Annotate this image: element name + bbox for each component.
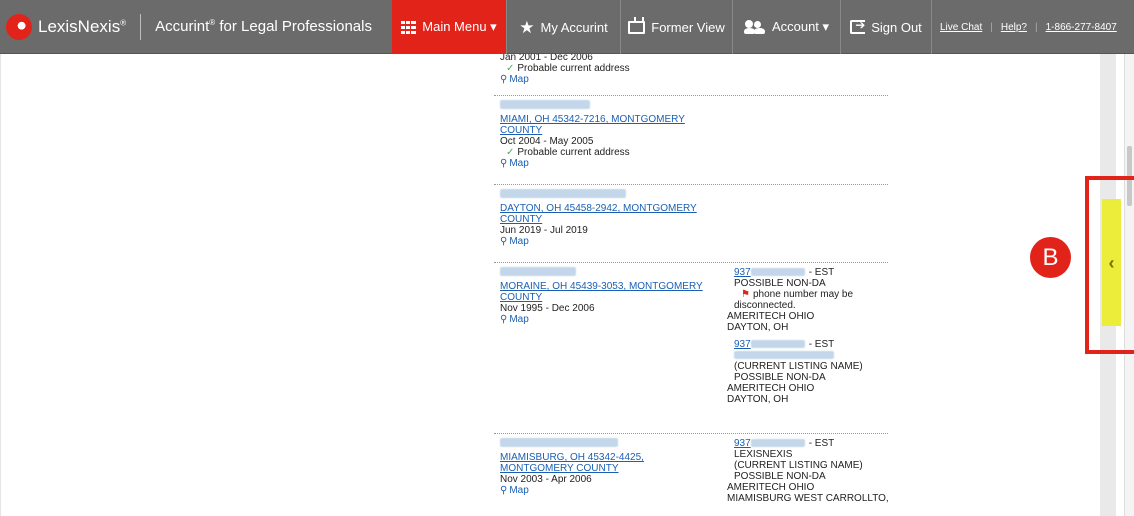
phone-number-link[interactable]: 937 xyxy=(734,267,751,278)
main-menu-button[interactable]: Main Menu ▾ xyxy=(392,0,506,54)
redacted-name xyxy=(500,438,618,447)
highlight-callout-box xyxy=(1085,176,1134,354)
map-link[interactable]: ⚲ Map xyxy=(500,485,715,496)
map-pin-icon: ⚲ xyxy=(500,314,508,325)
red-flag-icon: ⚑ xyxy=(741,289,750,300)
phone-city: DAYTON, OH xyxy=(727,394,789,405)
utility-links: Live Chat | Help? | 1-866-277-8407 xyxy=(940,0,1117,54)
phone-entry: 937- EST xyxy=(734,339,835,350)
address-history-panel: Jan 2001 - Dec 2006 ✓ Probable current ad… xyxy=(494,54,894,516)
map-pin-icon: ⚲ xyxy=(500,74,508,85)
check-icon: ✓ xyxy=(506,147,515,158)
phone-warning-cont: disconnected. xyxy=(734,300,796,311)
redacted-name xyxy=(500,100,590,109)
address-link[interactable]: MIAMI, OH 45342-7216, MONTGOMERY COUNTY xyxy=(500,114,715,136)
grid-menu-icon xyxy=(401,20,417,34)
util-divider: | xyxy=(1035,21,1038,33)
left-pane-edge xyxy=(0,54,6,516)
address-link[interactable]: MIAMISBURG, OH 45342-4425, MONTGOMERY CO… xyxy=(500,452,715,474)
phone-carrier: AMERITECH OHIO xyxy=(727,383,815,394)
tv-icon xyxy=(628,20,646,34)
probable-current-address: ✓ Probable current address xyxy=(506,63,630,74)
phone-city: DAYTON, OH xyxy=(727,322,789,333)
phone-city: MIAMISBURG WEST CARROLLTO, xyxy=(727,493,889,504)
former-view-button[interactable]: Former View xyxy=(620,0,732,54)
phone-listing-name: (CURRENT LISTING NAME) xyxy=(734,460,863,471)
sign-out-button[interactable]: Sign Out xyxy=(840,0,932,54)
support-phone-link[interactable]: 1-866-277-8407 xyxy=(1046,22,1117,33)
callout-badge: B xyxy=(1030,237,1071,278)
main-menu-label: Main Menu ▾ xyxy=(422,19,497,34)
help-link[interactable]: Help? xyxy=(1001,22,1027,33)
phone-list: 937- EST LEXISNEXIS (CURRENT LISTING NAM… xyxy=(727,438,894,504)
former-view-label: Former View xyxy=(651,19,725,35)
address-dates: Nov 2003 - Apr 2006 xyxy=(500,474,592,485)
brand-name: LexisNexis® xyxy=(38,16,127,36)
phone-carrier: AMERITECH OHIO xyxy=(727,482,815,493)
address-dates: Nov 1995 - Dec 2006 xyxy=(500,303,595,314)
check-icon: ✓ xyxy=(506,63,515,74)
phone-number-link[interactable]: 937 xyxy=(734,438,751,449)
probable-current-address: ✓ Probable current address xyxy=(506,147,630,158)
sign-out-label: Sign Out xyxy=(871,19,922,35)
address-link[interactable]: MORAINE, OH 45439-3053, MONTGOMERY COUNT… xyxy=(500,281,715,303)
map-link[interactable]: ⚲ Map xyxy=(500,74,715,85)
address-dates: Oct 2004 - May 2005 xyxy=(500,136,594,147)
redacted-name xyxy=(500,267,576,276)
sign-out-icon xyxy=(850,18,865,34)
account-label: Account ▾ xyxy=(771,19,830,34)
record-divider xyxy=(494,433,888,434)
map-pin-icon: ⚲ xyxy=(500,236,508,247)
phone-listing-name: (CURRENT LISTING NAME) xyxy=(734,361,863,372)
record-divider xyxy=(494,262,888,263)
phone-carrier: AMERITECH OHIO xyxy=(727,311,815,322)
phone-status: POSSIBLE NON-DA xyxy=(734,372,826,383)
map-link[interactable]: ⚲ Map xyxy=(500,236,715,247)
map-pin-icon: ⚲ xyxy=(500,485,508,496)
util-divider: | xyxy=(990,21,993,33)
phone-entry: 937- EST xyxy=(734,267,835,278)
address-link[interactable]: DAYTON, OH 45458-2942, MONTGOMERY COUNTY xyxy=(500,203,715,225)
phone-status: POSSIBLE NON-DA xyxy=(734,471,826,482)
record-divider xyxy=(494,184,888,185)
brand-divider xyxy=(140,13,142,40)
lexisnexis-logo-icon xyxy=(6,13,32,40)
redacted-name xyxy=(500,189,626,198)
address-dates: Jan 2001 - Dec 2006 xyxy=(500,54,593,63)
brand[interactable]: LexisNexis® Accurint® for Legal Professi… xyxy=(0,0,372,54)
redacted-phone xyxy=(750,340,805,349)
map-pin-icon: ⚲ xyxy=(500,158,508,169)
address-dates: Jun 2019 - Jul 2019 xyxy=(500,225,588,236)
redacted-phone xyxy=(750,439,805,448)
phone-status: POSSIBLE NON-DA xyxy=(734,278,826,289)
star-icon: ★ xyxy=(519,17,535,37)
phone-warning: ⚑ phone number may be xyxy=(741,289,854,300)
phone-entry: 937- EST xyxy=(734,438,835,449)
my-accurint-button[interactable]: ★ My Accurint xyxy=(506,0,620,54)
account-menu-button[interactable]: Account ▾ xyxy=(732,0,840,54)
phone-listing-owner: LEXISNEXIS xyxy=(734,449,793,460)
my-accurint-label: My Accurint xyxy=(540,19,608,35)
live-chat-link[interactable]: Live Chat xyxy=(940,22,982,33)
phone-list: 937- EST POSSIBLE NON-DA ⚑ phone number m… xyxy=(727,267,894,405)
redacted-listing-name xyxy=(727,350,894,361)
users-icon xyxy=(743,20,766,34)
phone-number-link[interactable]: 937 xyxy=(734,339,751,350)
map-link[interactable]: ⚲ Map xyxy=(500,158,715,169)
product-name: Accurint® for Legal Professionals xyxy=(155,18,372,35)
redacted-phone xyxy=(750,268,805,277)
record-divider xyxy=(494,95,888,96)
map-link[interactable]: ⚲ Map xyxy=(500,314,715,325)
